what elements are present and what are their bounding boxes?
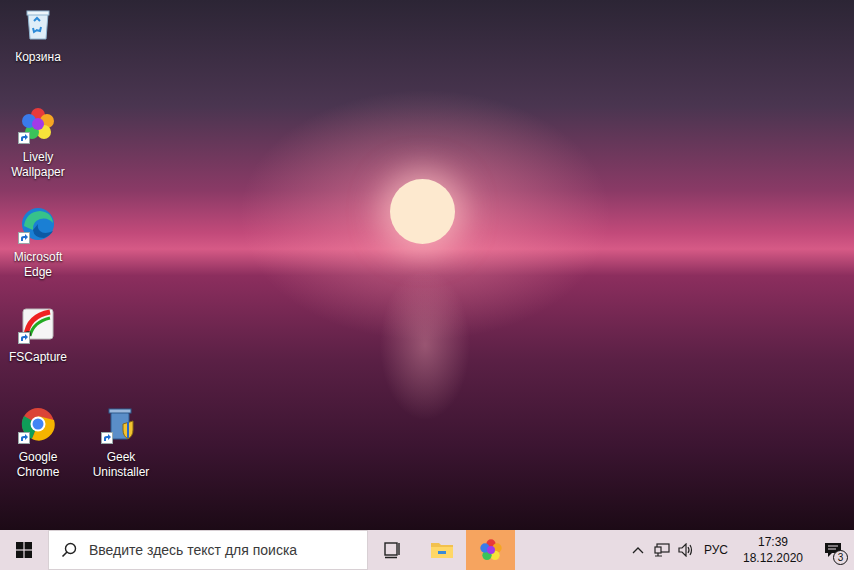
volume-button[interactable] xyxy=(674,530,698,570)
chrome-icon xyxy=(18,404,58,444)
geek-icon xyxy=(101,404,141,444)
desktop-icon[interactable]: Geek Uninstaller xyxy=(83,404,159,480)
desktop-icon-label: Корзина xyxy=(1,50,75,65)
edge-icon xyxy=(18,204,58,244)
shortcut-arrow-icon xyxy=(18,132,30,144)
wallpaper-reflection xyxy=(380,270,470,420)
clock-time: 17:39 xyxy=(758,534,788,550)
windows-logo-icon xyxy=(16,542,32,558)
desktop-icon[interactable]: Корзина xyxy=(0,4,76,65)
volume-icon xyxy=(678,543,694,557)
network-button[interactable] xyxy=(650,530,674,570)
desktop-icon-label: Microsoft Edge xyxy=(1,250,75,280)
desktop-icon[interactable]: Google Chrome xyxy=(0,404,76,480)
shortcut-arrow-icon xyxy=(18,432,30,444)
tray-chevron[interactable] xyxy=(626,530,650,570)
task-view-icon xyxy=(383,541,403,559)
lively-icon xyxy=(18,104,58,144)
taskbar-app[interactable] xyxy=(368,530,417,570)
desktop-icon-label: FSCapture xyxy=(1,350,75,365)
taskbar-app[interactable] xyxy=(417,530,466,570)
fscapture-icon xyxy=(18,304,58,344)
language-indicator[interactable]: РУС xyxy=(698,530,734,570)
search-box xyxy=(48,530,368,570)
clock-date: 18.12.2020 xyxy=(743,550,803,566)
desktop-icon[interactable]: Microsoft Edge xyxy=(0,204,76,280)
desktop: Корзина Lively Wallpaper Microsoft Edge FSC… xyxy=(0,0,854,530)
search-icon xyxy=(61,542,77,558)
shortcut-arrow-icon xyxy=(18,232,30,244)
recycle-bin-icon xyxy=(18,4,58,44)
start-button[interactable] xyxy=(0,530,48,570)
chevron-up-icon xyxy=(632,546,644,554)
notification-badge: 3 xyxy=(833,550,848,565)
desktop-icon[interactable]: Lively Wallpaper xyxy=(0,104,76,180)
lively-icon xyxy=(479,538,503,562)
explorer-icon xyxy=(430,540,454,560)
desktop-icon[interactable]: FSCapture xyxy=(0,304,76,365)
wallpaper-sun xyxy=(390,179,455,244)
desktop-icon-label: Lively Wallpaper xyxy=(1,150,75,180)
search-input[interactable] xyxy=(89,540,367,561)
notifications-button[interactable]: 3 xyxy=(812,530,854,570)
taskbar-app[interactable] xyxy=(466,530,515,570)
network-icon xyxy=(654,543,670,557)
shortcut-arrow-icon xyxy=(18,332,30,344)
shortcut-arrow-icon xyxy=(101,432,113,444)
desktop-icon-label: Google Chrome xyxy=(1,450,75,480)
desktop-icon-label: Geek Uninstaller xyxy=(84,450,158,480)
taskbar: РУС17:3918.12.20203 xyxy=(0,530,854,570)
clock[interactable]: 17:3918.12.2020 xyxy=(734,530,812,570)
